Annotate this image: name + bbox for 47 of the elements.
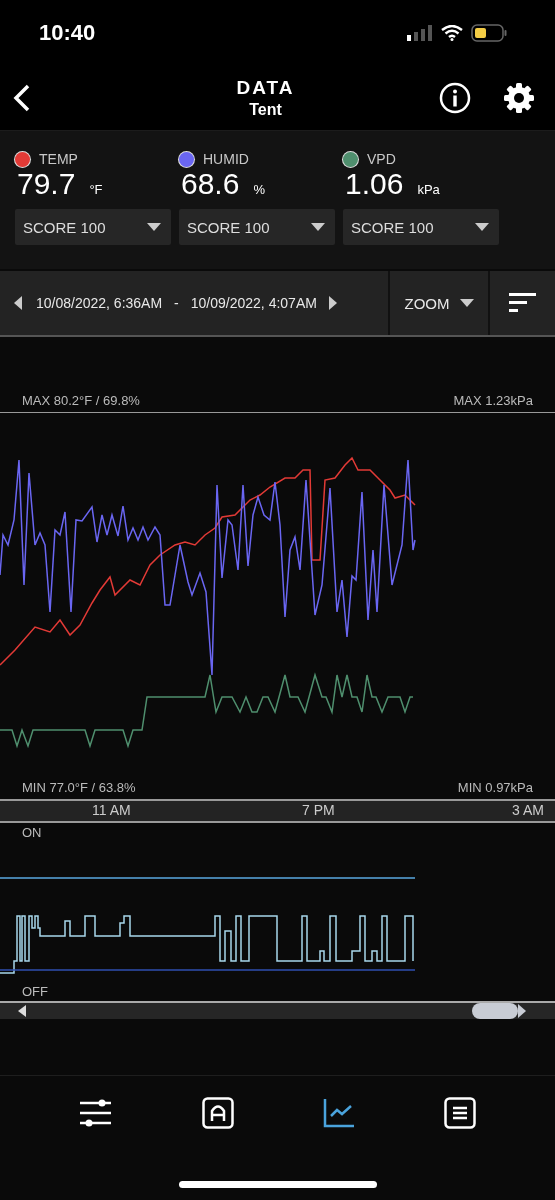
battery-icon [471, 24, 507, 42]
info-icon[interactable] [439, 82, 471, 114]
caret-icon [147, 223, 161, 231]
sensor-unit: °F [89, 182, 103, 197]
max-vpd-label: MAX 1.23kPa [453, 393, 533, 408]
time-axis-label: 3 AM [512, 802, 544, 818]
chart-tab[interactable] [322, 1098, 355, 1128]
sliders-tab[interactable] [79, 1098, 114, 1128]
wifi-icon [441, 25, 463, 41]
page-title: DATA [236, 77, 295, 99]
sensor-value: 79.7 [17, 167, 76, 201]
list-tab[interactable] [443, 1097, 476, 1129]
caret-icon [311, 223, 325, 231]
signal-icon [407, 25, 433, 41]
back-button[interactable] [12, 83, 32, 113]
min-vpd-label: MIN 0.97kPa [457, 780, 533, 795]
date-separator: - [174, 295, 179, 311]
off-label: OFF [22, 984, 48, 999]
score-dropdown[interactable]: SCORE 100 [15, 209, 171, 245]
page-subtitle: Tent [249, 101, 282, 119]
settings-icon[interactable] [503, 82, 535, 114]
max-temp-humidity-label: MAX 80.2°F / 69.8% [22, 393, 140, 408]
scroll-bar[interactable] [0, 1001, 555, 1019]
time-axis-label: 11 AM [92, 802, 131, 818]
next-arrow-icon[interactable] [328, 296, 337, 310]
caret-icon [475, 223, 489, 231]
auto-tab[interactable] [202, 1097, 235, 1129]
scroll-left-icon[interactable] [18, 1005, 26, 1017]
previous-arrow-icon[interactable] [14, 296, 22, 310]
score-dropdown[interactable]: SCORE 100 [179, 209, 335, 245]
min-temp-humidity-label: MIN 77.0°F / 63.8% [22, 780, 136, 795]
score-dropdown[interactable]: SCORE 100 [343, 209, 499, 245]
status-time: 10:40 [39, 20, 96, 46]
sensor-unit: % [253, 182, 265, 197]
on-label: ON [22, 825, 42, 840]
sensor-value: 68.6 [181, 167, 240, 201]
sensor-value: 1.06 [345, 167, 404, 201]
scroll-thumb[interactable] [472, 1003, 526, 1019]
end-date: 10/09/2022, 4:07AM [190, 295, 317, 311]
time-axis-label: 7 PM [302, 802, 335, 818]
zoom-dropdown[interactable]: ZOOM [390, 271, 490, 335]
start-date: 10/08/2022, 6:36AM [36, 295, 163, 311]
sensor-unit: kPa [417, 182, 440, 197]
sensor-name: VPD [367, 151, 396, 167]
caret-icon [459, 299, 474, 307]
sensor-name: HUMID [203, 151, 249, 167]
sensor-name: TEMP [39, 151, 78, 167]
